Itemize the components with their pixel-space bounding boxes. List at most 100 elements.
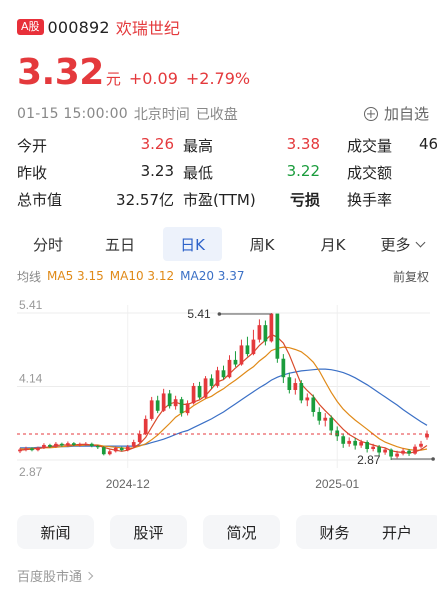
- candle-body: [191, 385, 196, 404]
- candle-body: [413, 446, 417, 454]
- candle-body: [239, 345, 244, 365]
- candle-body: [257, 325, 262, 340]
- candle-body: [107, 451, 112, 455]
- candle-body: [113, 447, 118, 452]
- stat-label: 成交量: [347, 137, 393, 155]
- ma10-value: MA10 3.12: [109, 269, 175, 283]
- candle-body: [167, 393, 172, 407]
- candlestick-chart[interactable]: 5.41 4.14 2.87 5.41 2.87 2024-12 2025-01: [0, 288, 437, 500]
- candle-body: [383, 449, 387, 453]
- candle-body: [24, 448, 28, 450]
- stat-value: 3.26: [140, 135, 174, 153]
- min-price-label: 2.87: [357, 453, 381, 467]
- max-price-label: 5.41: [187, 307, 211, 321]
- candle-body: [377, 446, 381, 453]
- price-adjustment-toggle[interactable]: 前复权: [393, 268, 429, 285]
- tab-intraday[interactable]: 分时: [17, 227, 79, 261]
- source-link[interactable]: 百度股市通: [17, 566, 94, 585]
- candle-body: [299, 383, 304, 401]
- min-marker-dot: [431, 457, 435, 461]
- stats-row: 今开 3.26 最高 3.38 成交量 46.6: [17, 133, 437, 160]
- ma5-value: MA5 3.15: [47, 269, 104, 283]
- y-tick-label: 2.87: [19, 465, 43, 479]
- stat-label: 换手率: [347, 191, 393, 209]
- candle-body: [353, 440, 358, 446]
- candle-body: [60, 443, 64, 446]
- action-label: 简况: [226, 523, 257, 542]
- candle-body: [329, 417, 334, 431]
- candle-body: [407, 450, 411, 454]
- candle-body: [137, 433, 142, 443]
- stats-grid: 今开 3.26 最高 3.38 成交量 46.6 昨收 3.23 最低 3.22…: [17, 133, 437, 214]
- stat-value: 3.23: [140, 162, 174, 180]
- candle-body: [359, 442, 364, 446]
- add-to-watchlist-button[interactable]: 加自选: [363, 103, 429, 124]
- candle-body: [311, 397, 316, 412]
- source-label: 百度股市通: [17, 570, 83, 585]
- candle-body: [287, 377, 292, 390]
- candle-body: [365, 442, 370, 450]
- candle-body: [66, 443, 70, 446]
- max-marker-dot: [217, 312, 222, 316]
- tab-weekly-k[interactable]: 周K: [228, 227, 296, 261]
- stat-value: 46.6: [419, 135, 437, 153]
- candle-body: [251, 339, 256, 355]
- current-price: 3.32: [17, 52, 104, 93]
- tab-daily-k[interactable]: 日K: [163, 227, 222, 261]
- candle-body: [203, 378, 208, 398]
- candle-body: [173, 399, 178, 407]
- add-to-watchlist-label: 加自选: [383, 105, 429, 123]
- chevron-down-icon: [415, 237, 425, 247]
- y-tick-label: 5.41: [19, 298, 43, 312]
- news-button[interactable]: 新闻: [17, 515, 94, 549]
- plus-circle-icon: [363, 106, 378, 121]
- candle-body: [341, 436, 346, 444]
- candle-body: [101, 447, 106, 455]
- chevron-right-icon: [84, 571, 94, 580]
- candle-body: [281, 358, 286, 378]
- candle-body: [125, 446, 130, 451]
- candle-body: [179, 399, 184, 414]
- tab-label: 日K: [180, 235, 205, 254]
- candle-body: [209, 378, 214, 386]
- candle-body: [83, 443, 88, 445]
- tab-more[interactable]: 更多: [370, 227, 434, 261]
- candle-body: [18, 449, 22, 452]
- ma-label: 均线: [17, 269, 42, 284]
- candle-body: [305, 397, 310, 401]
- candle-body: [395, 453, 399, 457]
- open-account-button[interactable]: 开户: [352, 515, 437, 549]
- candle-body: [54, 443, 58, 447]
- candle-body: [48, 444, 52, 447]
- stat-label: 总市值: [17, 191, 63, 209]
- action-label: 开户: [381, 523, 412, 542]
- price-change-percent: +2.79%: [185, 69, 251, 88]
- stat-label: 今开: [17, 137, 48, 155]
- stock-code: 000892: [47, 17, 110, 37]
- action-bar: 新闻 股评 简况 财务 开户: [17, 515, 437, 549]
- candle-body: [293, 383, 298, 390]
- stats-row: 总市值 32.57亿 市盈(TTM) 亏损 换手率: [17, 187, 437, 214]
- action-label: 财务: [319, 523, 350, 542]
- candle-body: [323, 417, 328, 421]
- tab-label: 周K: [249, 235, 275, 254]
- tab-five-day[interactable]: 五日: [83, 227, 157, 261]
- ma5-line: [19, 333, 428, 454]
- timezone-label: 北京时间: [133, 106, 190, 123]
- candle-body: [77, 444, 82, 446]
- comments-button[interactable]: 股评: [110, 515, 187, 549]
- tab-monthly-k[interactable]: 月K: [300, 227, 366, 261]
- candle-body: [95, 446, 100, 448]
- candle-body: [347, 440, 352, 444]
- chart-period-tabs: 分时 五日 日K 周K 月K 更多: [17, 227, 437, 261]
- stock-name: 欢瑞世纪: [115, 19, 180, 38]
- candle-body: [317, 411, 322, 421]
- candle-body: [149, 400, 154, 419]
- market-status: 已收盘: [195, 106, 238, 123]
- action-label: 股评: [133, 523, 164, 542]
- candle-body: [275, 313, 280, 359]
- profile-button[interactable]: 简况: [203, 515, 280, 549]
- candle-body: [131, 442, 136, 447]
- candle-body: [227, 359, 232, 378]
- candle-body: [269, 313, 274, 342]
